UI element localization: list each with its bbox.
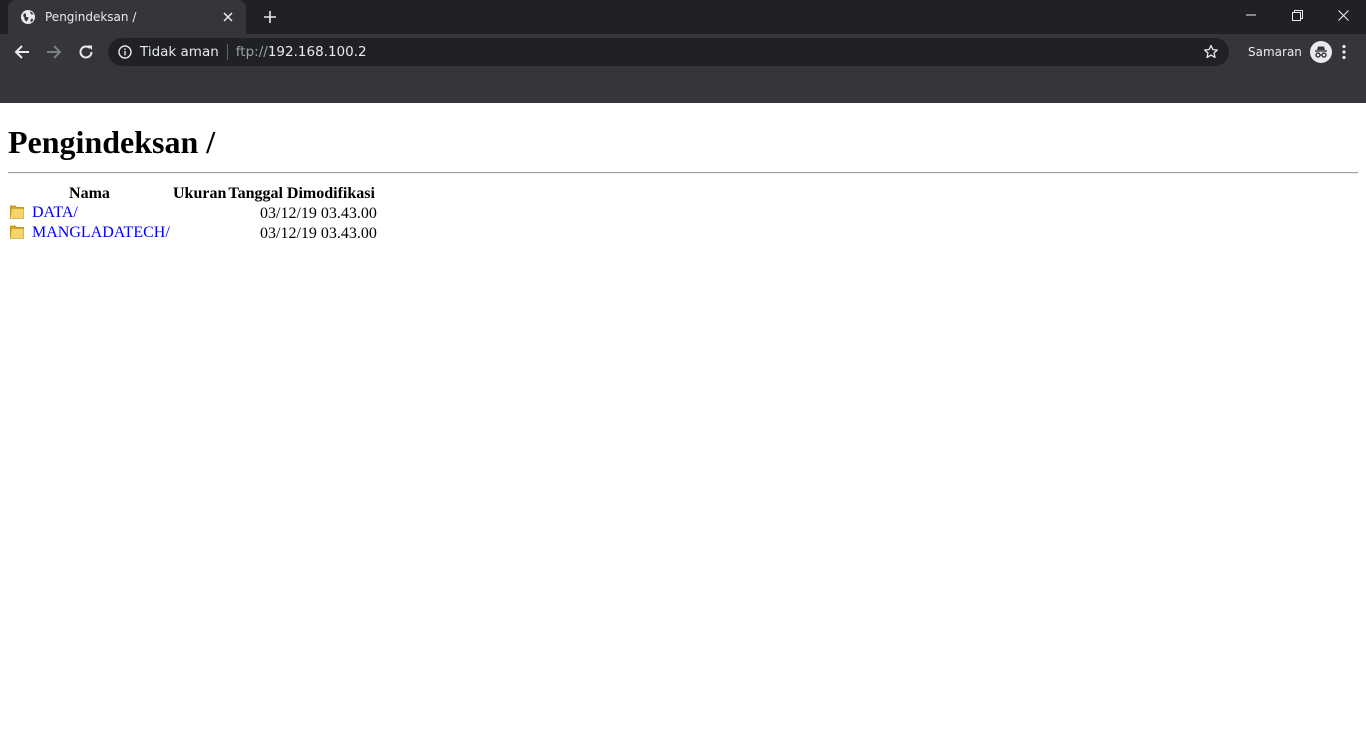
- row-modified-cell: 03/12/19 03.43.00: [260, 205, 377, 222]
- url-host: 192.168.100.2: [267, 44, 367, 60]
- globe-icon: [20, 9, 36, 25]
- divider: [8, 172, 1358, 174]
- address-bar[interactable]: Tidak aman ftp://192.168.100.2: [108, 38, 1229, 66]
- more-vert-icon: [1342, 44, 1346, 60]
- close-window-button[interactable]: [1320, 0, 1366, 30]
- row-size-cell: [173, 204, 228, 224]
- new-tab-button[interactable]: [258, 5, 282, 29]
- restore-button[interactable]: [1274, 0, 1320, 30]
- restore-icon: [1291, 9, 1303, 21]
- security-indicator[interactable]: Tidak aman: [118, 44, 228, 60]
- page-content: Pengindeksan / Nama Ukuran Tanggal Dimod…: [0, 124, 1366, 244]
- folder-icon: [10, 224, 24, 244]
- row-name-cell: DATA/: [8, 204, 173, 224]
- browser-menu-button[interactable]: [1334, 38, 1354, 66]
- window-controls: [1228, 0, 1366, 30]
- arrow-right-icon: [47, 45, 62, 59]
- directory-table: Nama Ukuran Tanggal Dimodifikasi DATA/ 0…: [8, 184, 377, 244]
- url-scheme: ftp://: [235, 44, 268, 60]
- table-row: DATA/ 03/12/19 03.43.00: [8, 204, 377, 224]
- column-header-modified[interactable]: Tanggal Dimodifikasi: [228, 184, 377, 204]
- row-modified-cell: 03/12/19 03.43.00: [260, 225, 377, 242]
- row-name-cell: MANGLADATECH/: [8, 224, 173, 244]
- tab-active[interactable]: Pengindeksan /: [8, 0, 246, 34]
- minimize-icon: [1246, 14, 1256, 16]
- profile-label: Samaran: [1248, 45, 1302, 59]
- profile-button[interactable]: Samaran: [1242, 38, 1332, 66]
- tab-strip: Pengindeksan /: [0, 0, 1366, 34]
- browser-chrome: Pengindeksan / Tidak aman ftp://192.168.…: [0, 0, 1366, 103]
- bookmark-star-button[interactable]: [1201, 42, 1221, 62]
- reload-icon: [79, 45, 93, 59]
- column-header-size[interactable]: Ukuran: [173, 184, 228, 204]
- plus-icon: [264, 11, 276, 23]
- security-label: Tidak aman: [140, 44, 219, 60]
- incognito-icon: [1309, 41, 1332, 63]
- star-icon: [1204, 44, 1218, 59]
- tab-title: Pengindeksan /: [45, 10, 137, 24]
- reload-button[interactable]: [72, 36, 100, 68]
- column-header-name[interactable]: Nama: [8, 184, 173, 204]
- page-title: Pengindeksan /: [8, 124, 216, 160]
- close-tab-icon[interactable]: [218, 7, 238, 27]
- back-button[interactable]: [8, 36, 36, 68]
- folder-icon: [10, 204, 24, 224]
- minimize-button[interactable]: [1228, 0, 1274, 30]
- browser-toolbar: Tidak aman ftp://192.168.100.2 Samaran: [0, 34, 1366, 70]
- table-header-row: Nama Ukuran Tanggal Dimodifikasi: [8, 184, 377, 204]
- info-icon: [118, 45, 132, 59]
- close-icon: [1337, 9, 1349, 21]
- arrow-left-icon: [14, 45, 29, 59]
- directory-link-mangladatech[interactable]: MANGLADATECH/: [32, 224, 170, 241]
- forward-button[interactable]: [40, 36, 68, 68]
- table-row: MANGLADATECH/ 03/12/19 03.43.00: [8, 224, 377, 244]
- directory-link-data[interactable]: DATA/: [32, 204, 78, 221]
- url-text[interactable]: ftp://192.168.100.2: [228, 44, 367, 60]
- row-size-cell: [173, 224, 228, 244]
